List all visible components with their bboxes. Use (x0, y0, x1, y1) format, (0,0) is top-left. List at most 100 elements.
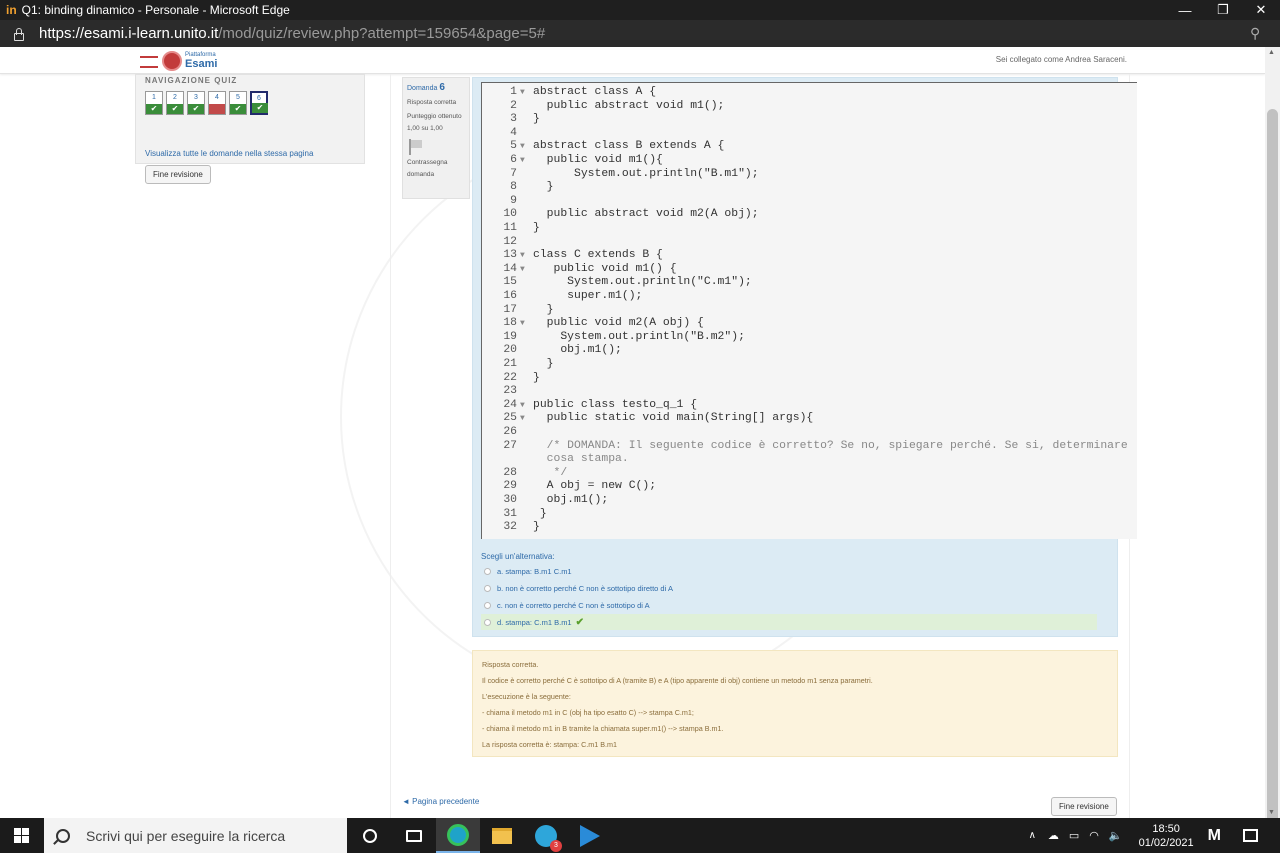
code-text: public void m2(A obj) { (533, 317, 704, 330)
code-text: abstract class A { (533, 86, 657, 98)
fold-arrow-icon[interactable]: ▼ (520, 399, 525, 412)
fold-arrow-icon[interactable]: ▼ (520, 263, 525, 276)
fold-arrow-icon[interactable]: ▼ (520, 154, 525, 167)
question-number: 3 (194, 94, 198, 101)
code-line: 26 (482, 426, 1137, 439)
feedback-line: Risposta corretta. (482, 660, 539, 669)
question-info: Domanda 6 Risposta corretta Punteggio ot… (402, 77, 470, 199)
onedrive-icon[interactable]: ☁ (1048, 829, 1059, 842)
code-line: 3} (482, 113, 1137, 126)
edge-icon (447, 823, 469, 846)
zoom-icon[interactable]: ⚲ (1250, 25, 1280, 42)
fold-arrow-icon[interactable]: ▼ (520, 317, 525, 330)
taskbar-edge[interactable] (436, 818, 480, 853)
line-number: 27 (503, 439, 517, 452)
brand-title: Esami (185, 58, 218, 70)
cortana-button[interactable] (348, 818, 392, 853)
volume-icon[interactable]: 🔈 (1109, 829, 1123, 842)
code-line: 21 } (482, 358, 1137, 371)
code-line: 2 public abstract void m1(); (482, 100, 1137, 113)
radio-icon[interactable] (484, 584, 491, 592)
question-button-6[interactable]: 6 ✔ (250, 91, 268, 115)
taskbar-file-explorer[interactable] (480, 818, 524, 853)
code-line: 12 (482, 236, 1137, 249)
code-text: public abstract void m1(); (533, 99, 725, 112)
show-hidden-icons[interactable]: ∧ (1029, 830, 1036, 841)
answer-option-d[interactable]: d. stampa: C.m1 B.m1 ✔ (481, 614, 1097, 630)
folder-icon (492, 827, 512, 844)
question-number-value: 6 (439, 82, 445, 93)
code-line: 4 (482, 127, 1137, 140)
question-grade: Punteggio ottenuto 1,00 su 1,00 (407, 113, 462, 132)
fold-arrow-icon[interactable]: ▼ (520, 412, 525, 425)
code-line: 9 (482, 195, 1137, 208)
radio-icon[interactable] (484, 601, 491, 609)
logo-seal-icon (162, 51, 182, 71)
line-number: 10 (503, 208, 517, 221)
question-buttons: 1 ✔ 2 ✔ 3 ✔ 4 5 ✔ 6 ✔ (145, 91, 271, 115)
code-text: } (533, 113, 540, 126)
fold-arrow-icon[interactable]: ▼ (520, 140, 525, 153)
url-field[interactable]: https://esami.i-learn.unito.it/mod/quiz/… (39, 25, 1250, 42)
question-button-4[interactable]: 4 (208, 91, 226, 115)
line-number: 15 (503, 276, 517, 289)
question-number: 4 (215, 94, 219, 101)
question-button-5[interactable]: 5 ✔ (229, 91, 247, 115)
answer-option-a[interactable]: a. stampa: B.m1 C.m1 (481, 563, 1097, 579)
minimize-button[interactable]: — (1166, 3, 1204, 18)
code-text: System.out.println("C.m1"); (533, 276, 752, 289)
line-number: 19 (503, 330, 517, 343)
line-number: 28 (503, 466, 517, 479)
task-view-button[interactable] (392, 818, 436, 853)
scroll-up-icon[interactable]: ▲ (1268, 49, 1275, 56)
radio-icon[interactable] (484, 618, 491, 626)
finish-review-button-bottom[interactable]: Fine revisione (1051, 797, 1117, 816)
code-text: obj.m1(); (533, 494, 609, 506)
code-line: 19 System.out.println("B.m2"); (482, 331, 1137, 344)
correct-check-icon: ✔ (575, 616, 584, 628)
question-button-3[interactable]: 3 ✔ (187, 91, 205, 115)
finish-review-button[interactable]: Fine revisione (145, 165, 211, 184)
answer-option-b[interactable]: b. non è corretto perché C non è sottoti… (481, 580, 1097, 596)
question-button-1[interactable]: 1 ✔ (145, 91, 163, 115)
code-line: 8 } (482, 181, 1137, 194)
code-text: public void m1() { (533, 262, 677, 275)
site-logo[interactable]: Piattaforma Esami (140, 51, 217, 71)
code-line: 17 } (482, 304, 1137, 317)
show-all-questions-link[interactable]: Visualizza tutte le domande nella stessa… (145, 149, 313, 158)
flag-question-link[interactable]: Contrassegna domanda (407, 157, 465, 181)
taskbar-telegram[interactable]: 3 (524, 818, 568, 853)
previous-page-link[interactable]: ◄ Pagina precedente (402, 797, 479, 806)
app-tray-icon[interactable]: M (1208, 827, 1221, 845)
code-text: public abstract void m2(A obj); (533, 208, 759, 221)
feedback-line: La risposta corretta è: stampa: C.m1 B.m… (482, 740, 618, 749)
telegram-icon: 3 (535, 824, 562, 852)
address-bar[interactable]: https://esami.i-learn.unito.it/mod/quiz/… (0, 20, 1280, 47)
taskbar-vscode[interactable] (568, 818, 612, 853)
windows-taskbar: Scrivi qui per eseguire la ricerca 3 ∧ ☁… (0, 818, 1280, 853)
task-view-icon (406, 829, 422, 842)
answer-option-c[interactable]: c. non è corretto perché C non è sottoti… (481, 597, 1097, 613)
taskbar-search-input[interactable]: Scrivi qui per eseguire la ricerca (44, 818, 347, 853)
code-line: 20 obj.m1(); (482, 344, 1137, 357)
fold-arrow-icon[interactable]: ▼ (520, 86, 525, 99)
scroll-down-icon[interactable]: ▼ (1268, 809, 1275, 816)
notification-center-icon[interactable] (1243, 829, 1258, 842)
question-button-2[interactable]: 2 ✔ (166, 91, 184, 115)
scrollbar-thumb[interactable] (1267, 109, 1278, 829)
code-text: } (533, 181, 554, 194)
page-scrollbar[interactable]: ▲ ▼ (1265, 47, 1280, 829)
battery-icon[interactable]: ▭ (1069, 829, 1079, 842)
restore-button[interactable]: ❐ (1204, 2, 1242, 18)
clock[interactable]: 18:50 01/02/2021 (1139, 822, 1194, 850)
wifi-icon[interactable]: ◠ (1089, 829, 1099, 842)
code-line: 32} (482, 521, 1137, 534)
correct-check-icon: ✔ (252, 103, 268, 113)
windows-start-icon[interactable] (14, 828, 30, 844)
flag-icon[interactable] (407, 139, 423, 155)
radio-icon[interactable] (484, 567, 491, 575)
lock-icon[interactable] (12, 27, 26, 41)
close-button[interactable]: ✕ (1242, 2, 1280, 18)
page-content: Piattaforma Esami Sei collegato come And… (0, 47, 1265, 818)
fold-arrow-icon[interactable]: ▼ (520, 249, 525, 262)
